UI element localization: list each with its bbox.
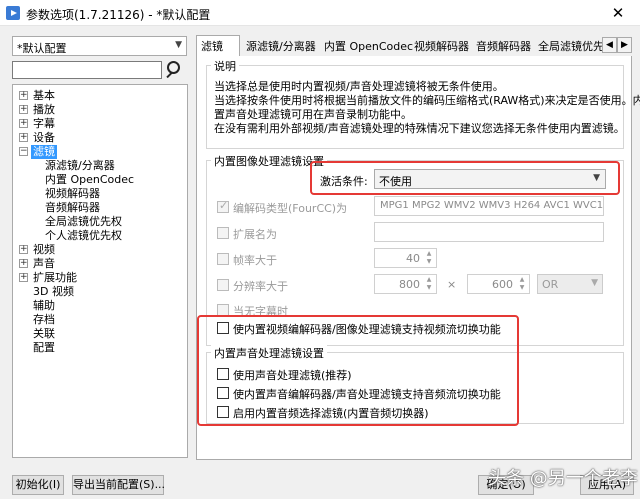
title-bar: 参数选项(1.7.21126) - *默认配置 ✕ — [0, 0, 640, 26]
tab-video-decoder[interactable]: 视频解码器 — [410, 38, 473, 56]
expand-icon[interactable]: + — [19, 259, 28, 268]
close-icon[interactable]: ✕ — [596, 0, 640, 26]
spin-up-icon[interactable]: ▲ — [516, 276, 528, 284]
search-input[interactable] — [12, 61, 162, 79]
tab-opencodec[interactable]: 内置 OpenCodec — [320, 38, 417, 56]
init-button[interactable]: 初始化(I) — [12, 475, 64, 495]
fourcc-checkbox[interactable] — [217, 199, 229, 213]
expand-icon[interactable]: + — [19, 105, 28, 114]
chevron-down-icon: ▼ — [591, 278, 598, 288]
profile-select[interactable]: *默认配置 ▼ — [12, 36, 187, 56]
fourcc-field[interactable]: MPG1 MPG2 WMV2 WMV3 H264 AVC1 WVC1 — [374, 196, 604, 216]
tab-filter[interactable]: 滤镜 — [196, 35, 240, 56]
settings-tree[interactable]: + 基本 + 播放 + 字幕 + 设备 − 滤镜 源滤镜/分离器 内置 Open… — [12, 84, 188, 458]
highlight-box — [197, 315, 519, 426]
app-icon — [6, 6, 20, 20]
resolution-width-stepper[interactable]: 800 ▲ ▼ — [374, 274, 437, 294]
filter-panel: 说明 当选择总是使用时内置视频/声音处理滤镜将被无条件使用。 当选择按条件使用时… — [196, 56, 640, 460]
collapse-icon[interactable]: − — [19, 147, 28, 156]
description-title: 说明 — [211, 58, 239, 74]
search-icon — [167, 61, 180, 74]
watermark: 头条 @另一个老李 — [488, 468, 638, 489]
resolution-checkbox[interactable] — [217, 279, 229, 291]
extension-field[interactable] — [374, 222, 604, 242]
spin-down-icon[interactable]: ▼ — [423, 284, 435, 292]
chevron-left-icon[interactable]: ◀ — [602, 37, 617, 53]
search-button[interactable] — [164, 59, 186, 81]
spin-down-icon[interactable]: ▼ — [516, 284, 528, 292]
times-sign: × — [447, 278, 457, 291]
expand-icon[interactable]: + — [19, 119, 28, 128]
chevron-right-icon[interactable]: ▶ — [617, 37, 632, 53]
expand-icon[interactable]: + — [19, 133, 28, 142]
chevron-down-icon: ▼ — [593, 173, 600, 183]
tab-global-priority[interactable]: 全局滤镜优先 — [534, 38, 608, 56]
extension-checkbox[interactable] — [217, 227, 229, 239]
tab-audio-decoder[interactable]: 音频解码器 — [472, 38, 535, 56]
activation-select[interactable]: 不使用 ▼ — [374, 169, 606, 189]
expand-icon[interactable]: + — [19, 245, 28, 254]
framerate-checkbox[interactable] — [217, 253, 229, 265]
extension-label: 扩展名为 — [233, 228, 277, 241]
framerate-stepper[interactable]: 40 ▲ ▼ — [374, 248, 437, 268]
resolution-height-stepper[interactable]: 600 ▲ ▼ — [467, 274, 530, 294]
tab-source-filter[interactable]: 源滤镜/分离器 — [242, 38, 320, 56]
logic-select[interactable]: OR ▼ — [537, 274, 603, 294]
resolution-label: 分辨率大于 — [233, 280, 288, 293]
expand-icon[interactable]: + — [19, 273, 28, 282]
description-line: 在没有需利用外部视频/声音滤镜处理的特殊情况下建议您选择无条件使用内置滤镜。 — [214, 122, 625, 135]
export-config-button[interactable]: 导出当前配置(S)... — [72, 475, 165, 495]
activation-select-value: 不使用 — [379, 175, 412, 188]
framerate-label: 帧率大于 — [233, 254, 277, 267]
chevron-down-icon: ▼ — [175, 40, 182, 50]
tab-strip: 滤镜 源滤镜/分离器 内置 OpenCodec 视频解码器 音频解码器 全局滤镜… — [196, 35, 632, 57]
profile-select-value: *默认配置 — [17, 42, 67, 55]
spin-up-icon[interactable]: ▲ — [423, 276, 435, 284]
spin-down-icon[interactable]: ▼ — [423, 258, 435, 266]
window-title: 参数选项(1.7.21126) - *默认配置 — [26, 8, 211, 22]
description-group: 说明 当选择总是使用时内置视频/声音处理滤镜将被无条件使用。 当选择按条件使用时… — [206, 58, 640, 149]
tab-scroll-buttons: ◀ ▶ — [602, 37, 632, 55]
activation-label: 激活条件: — [320, 175, 368, 188]
spin-up-icon[interactable]: ▲ — [423, 250, 435, 258]
expand-icon[interactable]: + — [19, 91, 28, 100]
fourcc-label: 编解码类型(FourCC)为 — [233, 202, 348, 215]
